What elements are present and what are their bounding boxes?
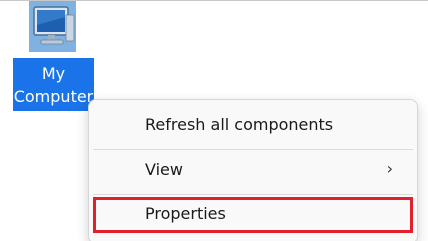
desktop: My Computer Refresh all components View …: [0, 0, 428, 241]
context-menu: Refresh all components View › Properties: [88, 99, 418, 241]
menu-item-view[interactable]: View ›: [93, 153, 413, 189]
menu-item-label: Properties: [145, 204, 226, 223]
menu-item-refresh-all-components[interactable]: Refresh all components: [93, 108, 413, 144]
menu-item-properties[interactable]: Properties: [93, 197, 413, 233]
monitor-icon[interactable]: [29, 1, 76, 52]
my-computer-desktop-icon[interactable]: My Computer: [13, 0, 94, 112]
desktop-icon-label-line1: My: [41, 64, 66, 83]
menu-item-label: Refresh all components: [145, 115, 334, 134]
desktop-icon-label-line2: Computer: [13, 87, 94, 106]
desktop-icon-label[interactable]: My Computer: [13, 58, 94, 111]
menu-item-label: View: [145, 160, 183, 179]
menu-divider: [93, 194, 413, 195]
chevron-right-icon: ›: [386, 159, 393, 178]
menu-divider: [93, 149, 413, 150]
